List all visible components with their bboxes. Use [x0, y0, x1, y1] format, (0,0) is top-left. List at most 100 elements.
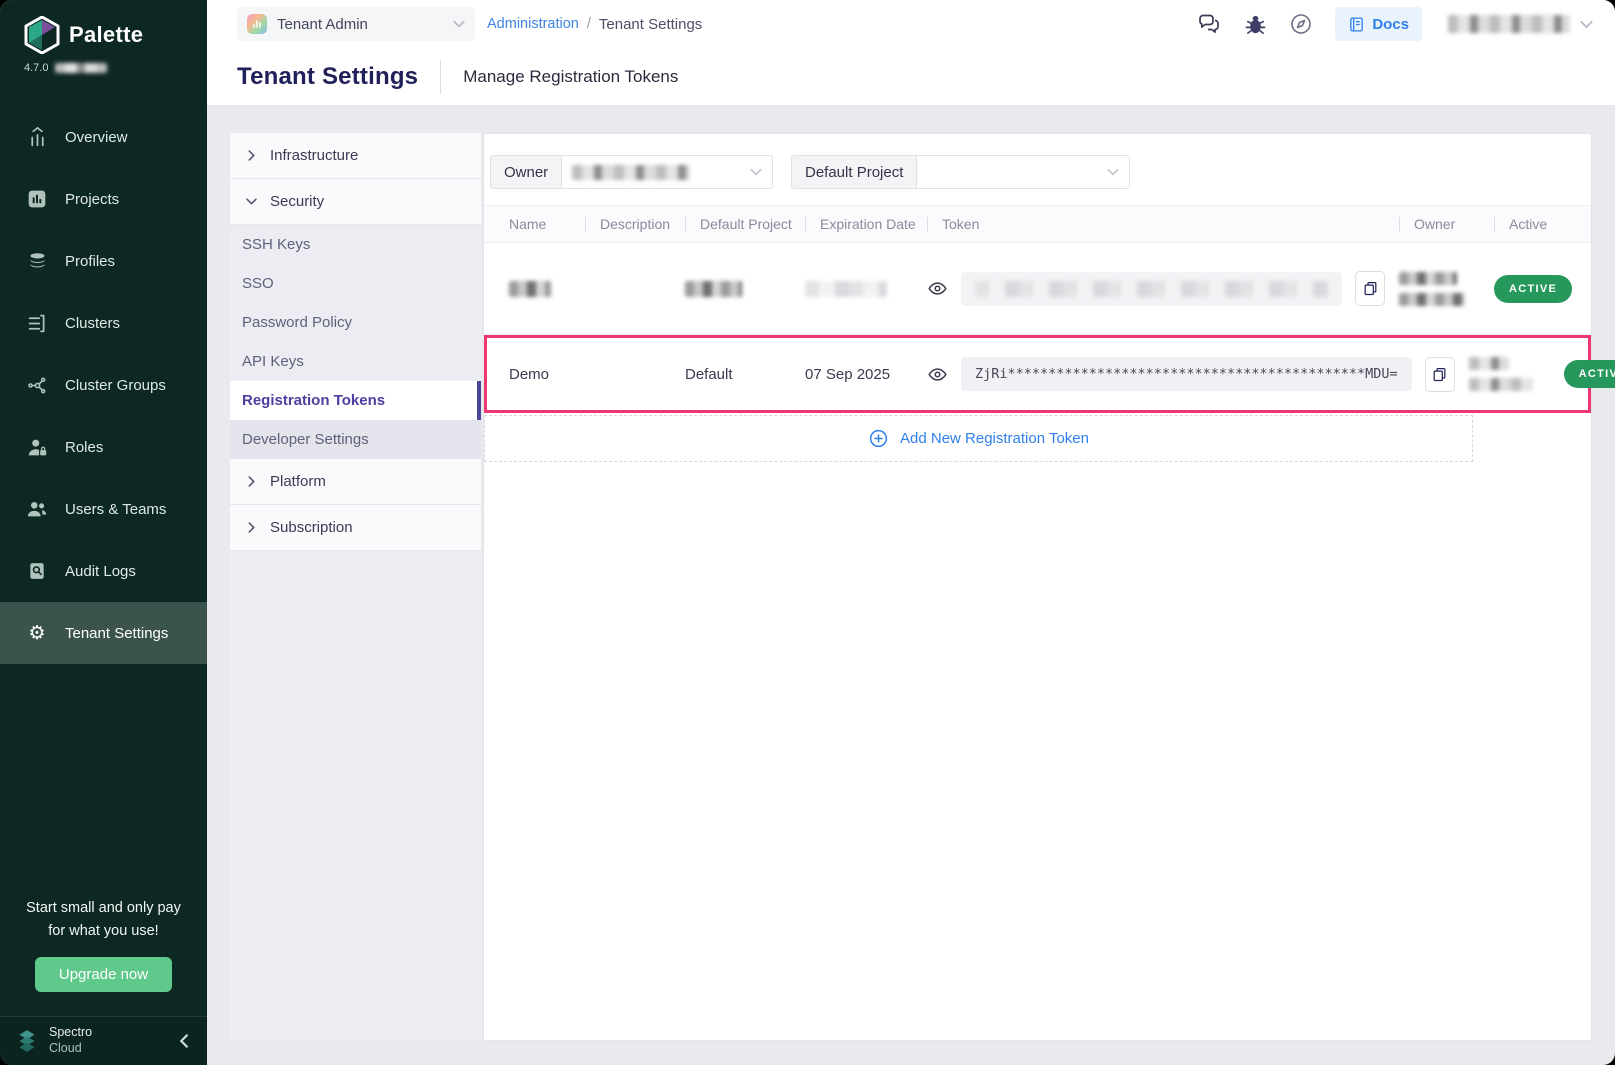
settings-panel-spacer: [230, 551, 481, 1041]
settings-item-api-keys[interactable]: API Keys: [230, 342, 481, 381]
column-header-name[interactable]: Name: [509, 206, 585, 242]
bug-report-icon[interactable]: [1243, 12, 1267, 36]
show-token-icon[interactable]: [927, 364, 948, 385]
docs-button[interactable]: Docs: [1335, 7, 1422, 41]
sidebar-item-overview[interactable]: Overview: [0, 106, 207, 168]
breadcrumb-administration[interactable]: Administration: [487, 16, 579, 32]
chat-icon[interactable]: [1197, 12, 1221, 36]
brand-line-1: Spectro: [49, 1025, 92, 1041]
cell-default-project: Default: [685, 366, 805, 383]
token-value-redacted: [961, 272, 1342, 306]
breadcrumb-current: Tenant Settings: [599, 16, 702, 33]
top-bar: Tenant Admin Administration / Tenant Set…: [207, 0, 1615, 105]
collapse-sidebar-button[interactable]: [177, 1034, 191, 1048]
projects-icon: [26, 188, 48, 210]
table-row[interactable]: ACTIVE: [484, 243, 1591, 335]
promo-line-2: for what you use!: [16, 920, 191, 942]
settings-group-platform[interactable]: Platform: [230, 459, 481, 505]
settings-group-label: Security: [270, 193, 324, 210]
palette-app: Palette 4.7.0 Overview Projects: [0, 0, 1615, 1065]
cell-token: [927, 271, 1399, 306]
default-project-filter-value[interactable]: [917, 156, 1129, 188]
settings-item-registration-tokens[interactable]: Registration Tokens: [230, 381, 481, 420]
roles-icon: [26, 436, 48, 458]
redacted-user-name: [1448, 15, 1570, 33]
scope-selector[interactable]: Tenant Admin: [237, 7, 475, 41]
settings-item-password-policy[interactable]: Password Policy: [230, 303, 481, 342]
compass-icon[interactable]: [1289, 12, 1313, 36]
cluster-groups-icon: [26, 374, 48, 396]
book-icon: [1348, 16, 1365, 33]
column-header-expiration-date[interactable]: Expiration Date: [805, 206, 927, 242]
sidebar-item-profiles[interactable]: Profiles: [0, 230, 207, 292]
sidebar-item-tenant-settings[interactable]: ⚙ Tenant Settings: [0, 602, 207, 664]
cell-owner: [1399, 272, 1494, 306]
sidebar-item-label: Tenant Settings: [65, 625, 168, 642]
copy-token-button[interactable]: [1355, 271, 1385, 306]
cell-default-project: [685, 281, 805, 297]
token-value: ZjRi************************************…: [961, 357, 1412, 391]
default-project-filter[interactable]: Default Project: [791, 155, 1130, 189]
chevron-right-icon: [246, 476, 257, 487]
owner-filter-value[interactable]: [562, 156, 772, 188]
table-header: Name Description Default Project Expirat…: [484, 205, 1591, 243]
settings-item-developer-settings[interactable]: Developer Settings: [230, 420, 481, 459]
chevron-down-icon: [1107, 166, 1119, 178]
breadcrumb: Administration / Tenant Settings: [487, 16, 702, 33]
add-registration-token-label: Add New Registration Token: [900, 430, 1089, 447]
sidebar-item-projects[interactable]: Projects: [0, 168, 207, 230]
column-header-active[interactable]: Active: [1494, 206, 1591, 242]
title-divider: [440, 60, 441, 94]
sidebar-item-roles[interactable]: Roles: [0, 416, 207, 478]
sidebar-item-cluster-groups[interactable]: Cluster Groups: [0, 354, 207, 416]
settings-group-label: Platform: [270, 473, 326, 490]
table-row-highlighted[interactable]: Demo Default 07 Sep 2025 ZjRi***********…: [484, 335, 1591, 413]
sidebar-item-users-teams[interactable]: Users & Teams: [0, 478, 207, 540]
cell-name: [509, 281, 585, 297]
cell-name: Demo: [509, 366, 585, 383]
chevron-down-icon: [453, 18, 465, 30]
status-badge: ACTIVE: [1564, 360, 1615, 388]
settings-item-sso[interactable]: SSO: [230, 264, 481, 303]
column-header-token[interactable]: Token: [927, 206, 1399, 242]
default-project-filter-label: Default Project: [792, 156, 917, 188]
chevron-down-icon: [1580, 18, 1593, 31]
overview-icon: [26, 126, 48, 148]
main-area: Tenant Admin Administration / Tenant Set…: [207, 0, 1615, 1065]
column-header-default-project[interactable]: Default Project: [685, 206, 805, 242]
promo-line-1: Start small and only pay: [16, 897, 191, 919]
sidebar-item-clusters[interactable]: Clusters: [0, 292, 207, 354]
app-logo: Palette: [0, 0, 207, 60]
plus-circle-icon: [868, 428, 889, 449]
column-header-description[interactable]: Description: [585, 206, 685, 242]
version-number: 4.7.0: [24, 62, 48, 74]
page-title: Tenant Settings: [237, 63, 418, 91]
version-row: 4.7.0: [0, 60, 207, 84]
page-header: Tenant Settings Manage Registration Toke…: [207, 48, 1615, 105]
gear-icon: ⚙: [26, 622, 48, 644]
owner-filter[interactable]: Owner: [490, 155, 773, 189]
settings-group-infrastructure[interactable]: Infrastructure: [230, 133, 481, 179]
cell-active: ACTIVE: [1564, 360, 1615, 388]
column-header-owner[interactable]: Owner: [1399, 206, 1494, 242]
content-area: Infrastructure Security SSH Keys SSO Pas…: [207, 105, 1615, 1065]
sidebar-item-audit-logs[interactable]: Audit Logs: [0, 540, 207, 602]
show-token-icon[interactable]: [927, 278, 948, 299]
settings-group-security[interactable]: Security: [230, 179, 481, 225]
redacted-owner-filter-value: [572, 165, 690, 180]
registration-tokens-card: Owner Default Project: [483, 133, 1592, 1041]
settings-nav-panel: Infrastructure Security SSH Keys SSO Pas…: [230, 133, 481, 1041]
filters-row: Owner Default Project: [484, 134, 1591, 205]
upgrade-now-button[interactable]: Upgrade now: [35, 957, 172, 992]
settings-item-ssh-keys[interactable]: SSH Keys: [230, 225, 481, 264]
brand-line-2: Cloud: [49, 1041, 92, 1057]
clusters-icon: [26, 312, 48, 334]
cell-token: ZjRi************************************…: [927, 357, 1469, 392]
copy-token-button[interactable]: [1425, 357, 1455, 392]
user-menu[interactable]: [1448, 15, 1593, 33]
add-registration-token-button[interactable]: Add New Registration Token: [484, 415, 1473, 462]
profiles-icon: [26, 250, 48, 272]
docs-label: Docs: [1372, 16, 1409, 33]
sidebar-item-label: Audit Logs: [65, 563, 136, 580]
settings-group-subscription[interactable]: Subscription: [230, 505, 481, 551]
